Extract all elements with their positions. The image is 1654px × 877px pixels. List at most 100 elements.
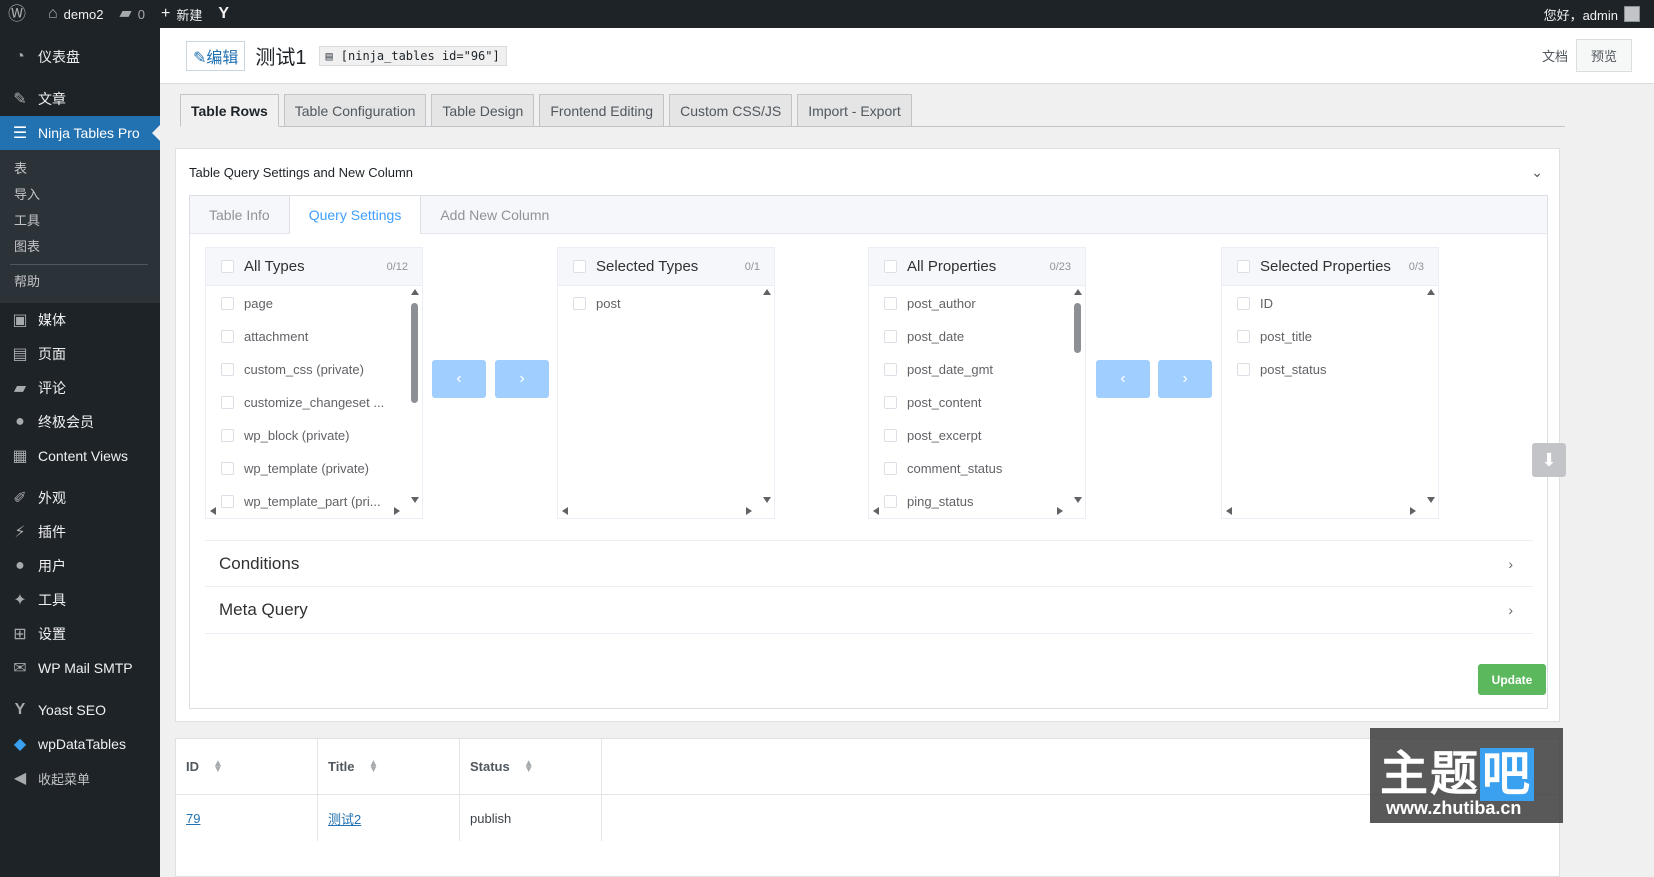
vertical-scrollbar[interactable] [410, 289, 420, 503]
tab-query-settings[interactable]: Query Settings [288, 196, 422, 234]
item-checkbox[interactable] [221, 462, 234, 475]
row-id-link[interactable]: 79 [186, 811, 200, 826]
tab-import-export[interactable]: Import - Export [797, 94, 912, 127]
list-item[interactable]: post_date [869, 320, 1085, 353]
item-checkbox[interactable] [221, 363, 234, 376]
vertical-scrollbar[interactable] [1426, 289, 1436, 503]
list-item[interactable]: post_excerpt [869, 419, 1085, 452]
sidebar-item-ninja-tables[interactable]: ☰ Ninja Tables Pro [0, 116, 160, 150]
tab-table-configuration[interactable]: Table Configuration [283, 94, 427, 127]
column-header-title[interactable]: Title ▲ ▼ [318, 739, 460, 794]
list-item[interactable]: post_date_gmt [869, 353, 1085, 386]
sidebar-item-settings[interactable]: ⊞ 设置 [0, 617, 160, 651]
item-checkbox[interactable] [884, 396, 897, 409]
submenu-item-charts[interactable]: 图表 [0, 234, 160, 260]
tab-table-design[interactable]: Table Design [431, 94, 535, 127]
list-item[interactable]: post_title [1222, 320, 1438, 353]
new-content-link[interactable]: + 新建 [153, 0, 210, 28]
sidebar-item-ultimate-member[interactable]: ● 终极会员 [0, 405, 160, 439]
submenu-item-help[interactable]: 帮助 [0, 269, 160, 295]
update-button[interactable]: Update [1478, 664, 1546, 695]
item-checkbox[interactable] [884, 462, 897, 475]
card-header[interactable]: Table Query Settings and New Column ⌄ [176, 149, 1559, 195]
item-checkbox[interactable] [221, 297, 234, 310]
meta-query-accordion[interactable]: Meta Query › [205, 587, 1533, 634]
list-item[interactable]: custom_css (private) [206, 353, 422, 386]
item-checkbox[interactable] [884, 330, 897, 343]
row-title-link[interactable]: 测试2 [328, 809, 361, 828]
move-left-button[interactable]: ‹ [1096, 360, 1150, 398]
column-header-status[interactable]: Status ▲ ▼ [460, 739, 602, 794]
select-all-checkbox[interactable] [573, 260, 586, 273]
select-all-checkbox[interactable] [884, 260, 897, 273]
move-right-button[interactable]: › [1158, 360, 1212, 398]
yoast-icon[interactable]: Y [210, 0, 243, 28]
account-link[interactable]: 您好，admin [1536, 0, 1648, 28]
sidebar-item-media[interactable]: ▣ 媒体 [0, 303, 160, 337]
submenu-item-tools[interactable]: 工具 [0, 208, 160, 234]
list-item[interactable]: post_status [1222, 353, 1438, 386]
tab-add-new-column[interactable]: Add New Column [421, 196, 568, 233]
sidebar-item-appearance[interactable]: ✐ 外观 [0, 481, 160, 515]
sort-icon[interactable]: ▲ ▼ [213, 758, 223, 774]
item-checkbox[interactable] [573, 297, 586, 310]
list-item[interactable]: attachment [206, 320, 422, 353]
list-item[interactable]: wp_block (private) [206, 419, 422, 452]
shortcode-badge[interactable]: ▤ [ninja_tables id="96"] [318, 45, 507, 66]
sort-icon[interactable]: ▲ ▼ [524, 758, 534, 774]
tab-table-rows[interactable]: Table Rows [180, 94, 279, 127]
sidebar-item-collapse[interactable]: ◀ 收起菜单 [0, 761, 160, 795]
sidebar-item-tools[interactable]: ✦ 工具 [0, 583, 160, 617]
item-checkbox[interactable] [221, 396, 234, 409]
sidebar-item-yoast-seo[interactable]: Y Yoast SEO [0, 693, 160, 727]
sidebar-item-pages[interactable]: ▤ 页面 [0, 337, 160, 371]
submenu-item-import[interactable]: 导入 [0, 182, 160, 208]
list-item[interactable]: post_author [869, 287, 1085, 320]
sidebar-item-content-views[interactable]: ▦ Content Views [0, 439, 160, 473]
select-all-checkbox[interactable] [221, 260, 234, 273]
sidebar-item-wp-mail-smtp[interactable]: ✉ WP Mail SMTP [0, 651, 160, 685]
sidebar-item-comments[interactable]: ▰ 评论 [0, 371, 160, 405]
tab-frontend-editing[interactable]: Frontend Editing [539, 94, 665, 127]
horizontal-scrollbar[interactable] [871, 506, 1071, 516]
list-item[interactable]: post [558, 287, 774, 320]
list-item[interactable]: customize_changeset ... [206, 386, 422, 419]
sidebar-item-posts[interactable]: ✎ 文章 [0, 82, 160, 116]
site-name-link[interactable]: ⌂ demo2 [40, 0, 111, 28]
horizontal-scrollbar[interactable] [560, 506, 760, 516]
preview-button[interactable]: 预览 [1575, 39, 1632, 72]
vertical-scrollbar[interactable] [762, 289, 772, 503]
horizontal-scrollbar[interactable] [1224, 506, 1424, 516]
horizontal-scrollbar[interactable] [208, 506, 408, 516]
item-checkbox[interactable] [1237, 330, 1250, 343]
edit-title-link[interactable]: ✎编辑 [186, 40, 246, 71]
sidebar-item-plugins[interactable]: ⚡ 插件 [0, 515, 160, 549]
conditions-accordion[interactable]: Conditions › [205, 540, 1533, 587]
item-checkbox[interactable] [884, 429, 897, 442]
vertical-scrollbar[interactable] [1073, 289, 1083, 503]
sidebar-item-dashboard[interactable]: ◔ 仪表盘 [0, 40, 160, 74]
list-item[interactable]: page [206, 287, 422, 320]
list-item[interactable]: comment_status [869, 452, 1085, 485]
tab-custom-css-js[interactable]: Custom CSS/JS [669, 94, 793, 127]
item-checkbox[interactable] [221, 330, 234, 343]
submenu-item-tables[interactable]: 表 [0, 156, 160, 182]
item-checkbox[interactable] [884, 297, 897, 310]
download-icon[interactable]: ⬇ [1532, 443, 1566, 477]
item-checkbox[interactable] [884, 363, 897, 376]
list-item[interactable]: post_content [869, 386, 1085, 419]
sidebar-item-wpdatatables[interactable]: ◆ wpDataTables [0, 727, 160, 761]
item-checkbox[interactable] [221, 429, 234, 442]
wp-logo-icon[interactable]: Ⓦ [0, 0, 40, 28]
column-header-id[interactable]: ID ▲ ▼ [176, 739, 318, 794]
move-left-button[interactable]: ‹ [432, 360, 486, 398]
sidebar-item-users[interactable]: ● 用户 [0, 549, 160, 583]
sort-icon[interactable]: ▲ ▼ [369, 758, 379, 774]
item-checkbox[interactable] [1237, 363, 1250, 376]
chevron-down-icon[interactable]: ⌄ [1531, 164, 1543, 181]
move-right-button[interactable]: › [495, 360, 549, 398]
docs-link[interactable]: 文档 [1542, 46, 1568, 65]
tab-table-info[interactable]: Table Info [190, 196, 289, 233]
select-all-checkbox[interactable] [1237, 260, 1250, 273]
list-item[interactable]: wp_template (private) [206, 452, 422, 485]
